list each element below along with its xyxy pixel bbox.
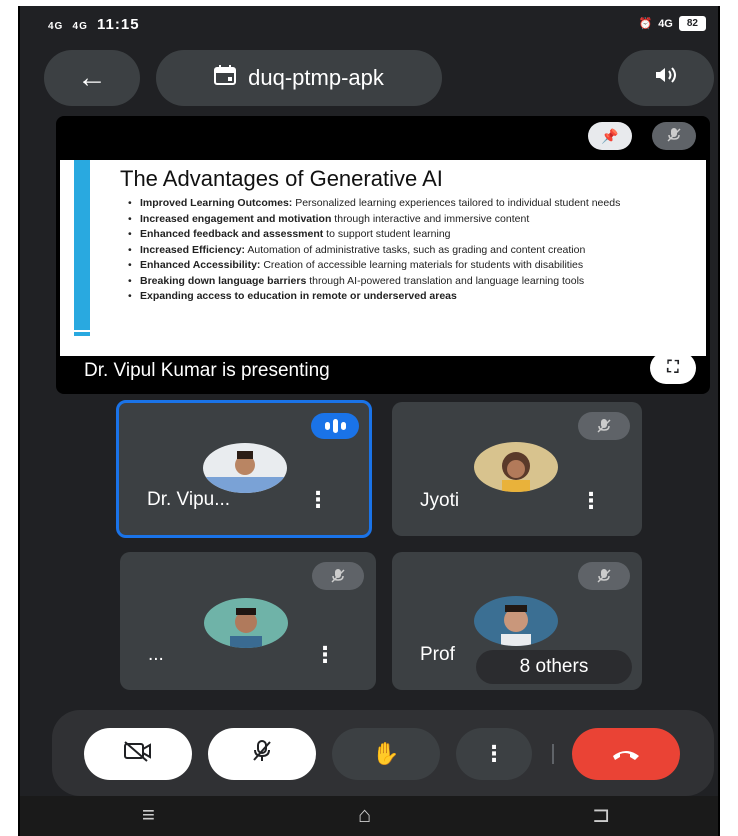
fullscreen-icon: ⛶ bbox=[667, 359, 679, 376]
mic-off-icon bbox=[578, 562, 630, 590]
avatar bbox=[474, 596, 558, 646]
meeting-info-button[interactable]: duq-ptmp-apk bbox=[156, 50, 442, 106]
slide-accent-bar bbox=[74, 160, 90, 330]
participant-tile[interactable]: Jyoti ⋮ bbox=[392, 402, 642, 536]
slide-title: The Advantages of Generative AI bbox=[120, 166, 443, 191]
pin-icon: 📌 bbox=[601, 127, 619, 144]
presentation-view[interactable]: 📌 The Advantages of Generative AI Improv… bbox=[56, 116, 710, 394]
signal-indicator-2: 4G bbox=[72, 21, 88, 32]
audio-output-button[interactable] bbox=[618, 50, 714, 106]
participant-name: Dr. Vipu... bbox=[147, 489, 231, 510]
arrow-left-icon: ← bbox=[77, 61, 107, 94]
participant-name: ... bbox=[148, 644, 164, 665]
home-icon[interactable]: ⌂ bbox=[358, 802, 371, 828]
status-time: 11:15 bbox=[97, 16, 140, 33]
slide-bullet: Improved Learning Outcomes: Personalized… bbox=[128, 198, 688, 209]
avatar bbox=[474, 442, 558, 492]
mic-off-icon bbox=[666, 127, 682, 146]
network-indicator: 4G bbox=[658, 17, 673, 30]
speaking-indicator-icon bbox=[311, 413, 359, 439]
slide-bullet-list: Improved Learning Outcomes: Personalized… bbox=[128, 198, 688, 307]
avatar bbox=[203, 443, 287, 493]
status-bar: 4G 4G 11:15 ⏰ 4G 82 bbox=[20, 6, 718, 46]
call-end-icon bbox=[611, 741, 641, 767]
camera-off-icon bbox=[123, 740, 153, 768]
participant-name: Prof bbox=[420, 644, 455, 665]
signal-indicator-1: 4G bbox=[48, 21, 64, 32]
pin-button[interactable]: 📌 bbox=[588, 122, 632, 150]
speaker-icon bbox=[654, 65, 678, 91]
more-vert-icon[interactable]: ⋮ bbox=[307, 487, 329, 513]
shared-slide: The Advantages of Generative AI Improved… bbox=[60, 160, 706, 356]
back-button[interactable]: ← bbox=[44, 50, 140, 106]
back-nav-icon[interactable]: ⊐ bbox=[592, 802, 610, 828]
fullscreen-button[interactable]: ⛶ bbox=[650, 352, 696, 384]
alarm-icon: ⏰ bbox=[638, 18, 653, 30]
slide-bullet: Increased engagement and motivation thro… bbox=[128, 213, 688, 225]
participant-tile[interactable]: ... ⋮ bbox=[120, 552, 376, 690]
hand-icon: ✋ bbox=[372, 741, 400, 766]
slide-bullet: Breaking down language barriers through … bbox=[128, 275, 688, 287]
more-vert-icon[interactable]: ⋮ bbox=[314, 642, 336, 668]
presentation-mute-button[interactable] bbox=[652, 122, 696, 150]
participant-tile[interactable]: Dr. Vipu... ⋮ bbox=[116, 400, 372, 538]
system-nav-bar: ≡ ⌂ ⊐ bbox=[20, 796, 718, 836]
more-vert-icon: ⋮ bbox=[483, 741, 505, 766]
controls-divider bbox=[552, 744, 554, 764]
more-vert-icon[interactable]: ⋮ bbox=[580, 488, 602, 514]
slide-bullet: Expanding access to education in remote … bbox=[128, 291, 688, 302]
participant-name: Jyoti bbox=[420, 490, 460, 511]
slide-accent-bar-small bbox=[74, 332, 90, 336]
call-controls: ✋ ⋮ bbox=[52, 710, 714, 796]
mic-off-icon bbox=[578, 412, 630, 440]
meeting-code: duq-ptmp-apk bbox=[248, 65, 384, 90]
mic-off-icon bbox=[312, 562, 364, 590]
menu-icon[interactable]: ≡ bbox=[142, 802, 155, 828]
meet-call-screen: 4G 4G 11:15 ⏰ 4G 82 ← duq-ptmp-apk 📌 The… bbox=[18, 6, 720, 836]
raise-hand-button[interactable]: ✋ bbox=[332, 728, 440, 780]
camera-toggle-button[interactable] bbox=[84, 728, 192, 780]
battery-indicator: 82 bbox=[678, 16, 706, 31]
status-right: ⏰ 4G 82 bbox=[638, 16, 706, 31]
calendar-icon bbox=[214, 65, 237, 91]
end-call-button[interactable] bbox=[572, 728, 680, 780]
others-count-chip[interactable]: 8 others bbox=[476, 650, 632, 684]
slide-bullet: Increased Efficiency: Automation of admi… bbox=[128, 244, 688, 256]
slide-bullet: Enhanced Accessibility: Creation of acce… bbox=[128, 260, 688, 271]
mic-off-icon bbox=[250, 739, 274, 769]
presenting-label: Dr. Vipul Kumar is presenting bbox=[84, 360, 330, 381]
more-options-button[interactable]: ⋮ bbox=[456, 728, 532, 780]
mic-toggle-button[interactable] bbox=[208, 728, 316, 780]
slide-bullet: Enhanced feedback and assessment to supp… bbox=[128, 229, 688, 240]
avatar bbox=[204, 598, 288, 648]
status-left: 4G 4G 11:15 bbox=[48, 16, 140, 33]
